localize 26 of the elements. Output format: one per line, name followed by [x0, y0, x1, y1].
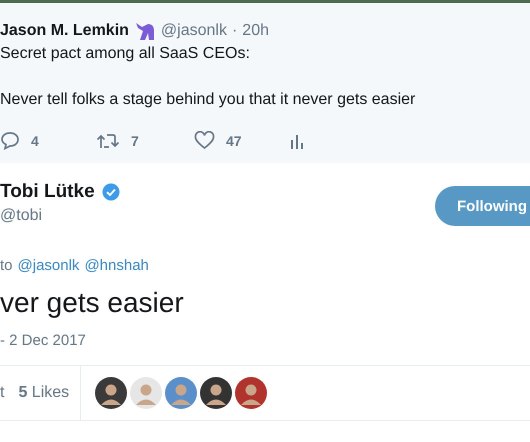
unicorn-icon [134, 21, 156, 41]
action-count: 7 [131, 132, 139, 148]
avatar-icon[interactable] [95, 377, 127, 409]
stat-label[interactable]: 5 Likes [18, 384, 70, 402]
separator-dot: · [232, 22, 238, 40]
retweet-icon[interactable] [96, 132, 120, 150]
stat-label[interactable]: t [0, 384, 4, 402]
author-name[interactable]: Jason M. Lemkin [0, 22, 129, 40]
following-button[interactable]: Following [435, 186, 530, 226]
mention-link[interactable]: @jasonlk [18, 257, 80, 274]
author-name[interactable]: Tobi Lütke [0, 181, 95, 203]
tweet-text: Never tell folks a stage behind you that it never gets easier [0, 90, 416, 110]
reply-icon[interactable] [0, 131, 20, 150]
action-count: 4 [31, 132, 39, 148]
tweet-date: - 2 Dec 2017 [0, 332, 87, 349]
heart-icon[interactable] [194, 131, 215, 150]
tweet-time[interactable]: 20h [242, 22, 269, 40]
tweet-text: Secret pact among all SaaS CEOs: [0, 44, 251, 64]
tweet-text: ver gets easier [0, 286, 185, 320]
avatar-icon[interactable] [235, 377, 267, 409]
action-count: 47 [226, 132, 242, 148]
avatar-icon[interactable] [200, 377, 232, 409]
mention-link[interactable]: @hnshah [84, 257, 149, 274]
reply-label: to [0, 257, 13, 274]
author-handle[interactable]: @tobi [0, 207, 120, 225]
author-handle[interactable]: @jasonlk [160, 22, 227, 40]
